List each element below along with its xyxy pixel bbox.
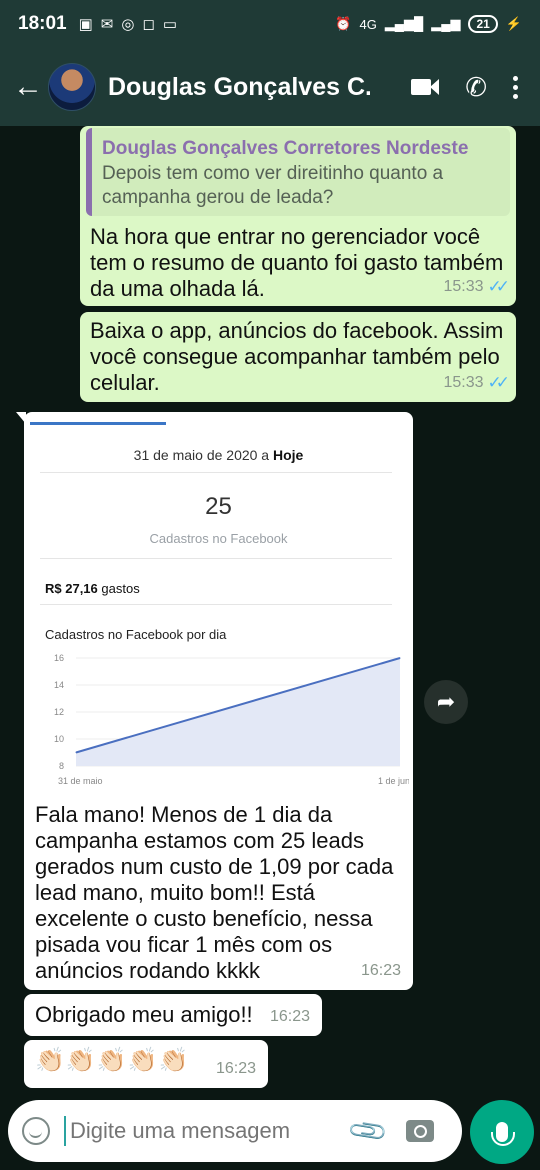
camera-icon[interactable] xyxy=(406,1120,435,1142)
charging-icon: ⚡ xyxy=(505,16,522,31)
message-time: 16:23 xyxy=(360,962,401,979)
more-options-icon[interactable] xyxy=(513,75,518,99)
avatar[interactable] xyxy=(48,63,96,111)
chart-y-tick-label: 8 xyxy=(59,761,64,771)
battery-level: 21 xyxy=(476,17,490,31)
message-meta: 15:33 ✓✓ xyxy=(443,274,510,300)
header-actions: ✆ xyxy=(411,72,518,103)
divider xyxy=(40,558,392,559)
amount-spent-value: R$ 27,16 xyxy=(45,581,98,596)
phone-icon[interactable]: ✆ xyxy=(465,72,487,103)
chart-title: Cadastros no Facebook por dia xyxy=(45,627,227,642)
message-text: 👏🏻👏🏻👏🏻👏🏻👏🏻 xyxy=(35,1047,190,1074)
message-text: Obrigado meu amigo!! xyxy=(35,1002,253,1027)
forward-icon[interactable]: ➦ xyxy=(424,680,468,724)
signal-icon-secondary: ▂▄▆ xyxy=(431,16,461,31)
message-time: 15:33 xyxy=(443,374,484,391)
read-receipt-icon: ✓✓ xyxy=(487,373,510,392)
chat-notification-icon: ▣ xyxy=(78,16,93,33)
message-meta: 15:33 ✓✓ xyxy=(443,370,510,396)
leads-count: 25 xyxy=(205,493,232,520)
cast-notification-icon: ▭ xyxy=(162,16,178,33)
chart-y-tick-label: 16 xyxy=(54,653,64,663)
image-progress-bar xyxy=(30,422,166,425)
chart-x-tick-label: 31 de maio xyxy=(58,776,103,786)
message-bubble-incoming[interactable]: 31 de maio de 2020 a Hoje 25 Cadastros n… xyxy=(16,412,413,990)
instagram-notification-icon: ◻ xyxy=(142,16,155,33)
message-meta: 16:23 xyxy=(361,958,401,984)
shared-screenshot-image[interactable]: 31 de maio de 2020 a Hoje 25 Cadastros n… xyxy=(28,416,409,796)
back-arrow-icon[interactable]: ← xyxy=(8,70,48,104)
message-meta: 16:23 xyxy=(216,1056,256,1082)
status-bar: 18:01 ▣ ✉ ◎ ◻ ▭ ⏰ 4G ▂▄▆█ ▂▄▆ 21 ⚡ xyxy=(0,0,540,48)
read-receipt-icon: ✓✓ xyxy=(487,277,510,296)
message-bubble-incoming[interactable]: Obrigado meu amigo!! 16:23 xyxy=(24,994,322,1036)
contact-name[interactable]: Douglas Gonçalves C... xyxy=(108,73,370,102)
message-time: 16:23 xyxy=(215,1060,256,1077)
quote-text: Depois tem como ver direitinho quanto a … xyxy=(102,163,444,208)
amount-spent: R$ 27,16 gastos xyxy=(45,576,140,602)
leads-count-label: Cadastros no Facebook xyxy=(149,531,288,546)
divider xyxy=(40,604,392,605)
quoted-message[interactable]: Douglas Gonçalves Corretores Nordeste De… xyxy=(86,128,510,216)
message-bubble-outgoing[interactable]: Douglas Gonçalves Corretores Nordeste De… xyxy=(80,126,516,306)
chart-y-tick-label: 10 xyxy=(54,734,64,744)
chart-y-tick-label: 12 xyxy=(54,707,64,717)
image-date-range: 31 de maio de 2020 a Hoje xyxy=(28,442,409,468)
date-range-text: 31 de maio de 2020 a xyxy=(133,447,270,463)
network-type: 4G xyxy=(359,16,377,32)
divider xyxy=(40,472,392,473)
date-range-today: Hoje xyxy=(273,447,304,463)
message-bubble-incoming[interactable]: 👏🏻👏🏻👏🏻👏🏻👏🏻 16:23 xyxy=(24,1040,268,1088)
signal-icon: ▂▄▆█ xyxy=(384,16,424,31)
video-call-icon[interactable] xyxy=(411,77,440,97)
mail-notification-icon: ✉ xyxy=(100,16,114,33)
quote-author: Douglas Gonçalves Corretores Nordeste xyxy=(102,138,469,159)
amount-spent-label: gastos xyxy=(101,581,140,596)
mic-button[interactable] xyxy=(470,1100,534,1164)
message-meta: 16:23 xyxy=(270,1004,310,1030)
mic-icon xyxy=(491,1122,515,1146)
chart-y-tick-label: 14 xyxy=(54,680,64,690)
message-time: 15:33 xyxy=(443,278,484,295)
message-composer: 📎 xyxy=(8,1100,462,1162)
leads-chart: 8 10 12 14 16 31 de maio 1 de junho xyxy=(54,653,409,786)
attach-icon[interactable]: 📎 xyxy=(346,1109,391,1154)
chart-point xyxy=(399,657,401,659)
message-input[interactable] xyxy=(64,1116,334,1146)
emoji-icon[interactable] xyxy=(22,1117,50,1145)
message-text: Fala mano! Menos de 1 dia da campanha es… xyxy=(35,802,394,983)
chat-header: ← Douglas Gonçalves C... ✆ xyxy=(0,48,540,126)
notification-icons: ▣ ✉ ◎ ◻ ▭ xyxy=(79,15,178,33)
chart-point xyxy=(75,752,77,753)
system-icons: ⏰ 4G ▂▄▆█ ▂▄▆ 21 ⚡ xyxy=(335,15,522,33)
alarm-icon: ⏰ xyxy=(335,16,352,31)
message-time: 16:23 xyxy=(269,1008,310,1025)
message-bubble-outgoing[interactable]: Baixa o app, anúncios do facebook. Assim… xyxy=(80,312,516,402)
app-notification-icon: ◎ xyxy=(121,16,135,33)
battery-icon: 21 xyxy=(468,15,498,33)
status-time: 18:01 xyxy=(18,13,67,34)
chart-x-tick-label: 1 de junho xyxy=(378,776,409,786)
